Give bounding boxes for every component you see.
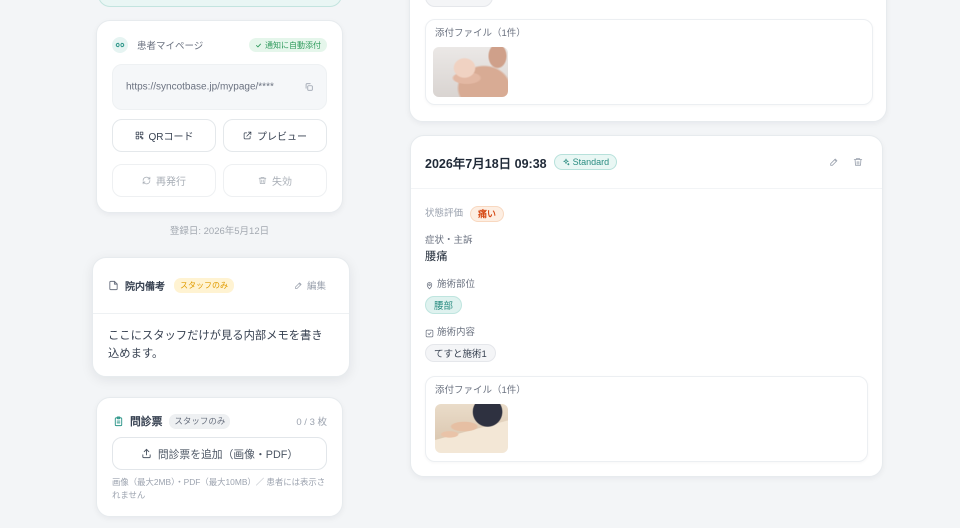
questionnaire-header: 問診票 スタッフのみ 0 / 3 枚 xyxy=(113,412,327,430)
attachments-box: 添付ファイル（1件） xyxy=(425,376,868,462)
refresh-icon xyxy=(142,176,151,185)
condition-label: 状態評価 xyxy=(425,208,464,219)
upload-icon xyxy=(141,448,152,459)
record-actions xyxy=(829,157,863,167)
edit-record-button[interactable] xyxy=(829,157,839,167)
staff-only-badge: スタッフのみ xyxy=(174,277,234,293)
internal-notes-card: 院内備考 スタッフのみ 編集 ここにスタッフだけが見る内部メモを書き込めます。 xyxy=(92,257,350,377)
record-divider xyxy=(411,188,882,189)
trash-icon xyxy=(258,176,267,185)
plan-badge: Standard xyxy=(553,154,618,170)
attachments-label: 添付ファイル（1件） xyxy=(435,385,526,396)
attachment-thumbnail[interactable] xyxy=(433,47,508,97)
pencil-icon xyxy=(829,157,839,167)
external-link-icon xyxy=(243,131,252,140)
mypage-url-box: https://syncotbase.jp/mypage/**** xyxy=(112,64,327,110)
patient-mypage-card: 患者マイページ 通知に自動添付 https://syncotbase.jp/my… xyxy=(96,20,343,213)
add-questionnaire-button[interactable]: 問診票を追加（画像・PDF） xyxy=(112,437,327,470)
staff-only-badge: スタッフのみ xyxy=(169,413,231,429)
mypage-actions-row: QRコード プレビュー xyxy=(112,119,327,152)
plan-badge-label: Standard xyxy=(572,157,610,167)
questionnaire-help-text: 画像（最大2MB）・PDF（最大10MB）／ 患者には表示されません xyxy=(112,477,326,500)
attachments-label: 添付ファイル（1件） xyxy=(435,28,526,39)
treatment-content-chip: てすと施術1 xyxy=(425,344,496,362)
copy-url-button[interactable] xyxy=(303,81,315,93)
treatment-area-badge: 腰部 xyxy=(425,296,463,314)
notes-divider xyxy=(93,313,349,314)
attachments-box: 添付ファイル（1件） xyxy=(425,19,873,105)
qr-code-button[interactable]: QRコード xyxy=(112,119,216,152)
delete-record-button[interactable] xyxy=(853,157,863,167)
mypage-title: 患者マイページ xyxy=(137,41,204,52)
mypage-secondary-row: 再発行 失効 xyxy=(112,164,327,197)
revoke-button[interactable]: 失効 xyxy=(223,164,327,197)
condition-row: 状態評価 痛い xyxy=(425,206,505,222)
treatment-content-label-row: 施術内容 xyxy=(425,327,475,339)
reissue-button[interactable]: 再発行 xyxy=(112,164,216,197)
treatment-content-label: 施術内容 xyxy=(437,327,476,338)
qr-code-icon xyxy=(135,131,144,140)
add-questionnaire-label: 問診票を追加（画像・PDF） xyxy=(157,448,299,461)
auto-attach-badge-label: 通知に自動添付 xyxy=(265,40,321,50)
copy-icon xyxy=(304,82,314,92)
notes-title: 院内備考 xyxy=(125,281,165,293)
attachment-thumbnail[interactable] xyxy=(435,404,508,453)
complaint-value: 腰痛 xyxy=(425,251,448,263)
questionnaire-title: 問診票 xyxy=(130,416,163,428)
link-icon xyxy=(112,37,128,53)
notes-body: ここにスタッフだけが見る内部メモを書き込めます。 xyxy=(108,330,323,360)
previous-card-bottom xyxy=(98,0,342,7)
questionnaire-count: 0 / 3 枚 xyxy=(296,417,327,428)
treatment-area-label-row: 施術部位 xyxy=(425,279,475,291)
record-header: 2026年7月18日 09:38 Standard xyxy=(425,153,863,171)
complaint-label-row: 症状・主訴 xyxy=(425,235,473,247)
sparkle-icon xyxy=(562,158,570,166)
treatment-chip-partial xyxy=(425,0,493,7)
questionnaire-card: 問診票 スタッフのみ 0 / 3 枚 問診票を追加（画像・PDF） 画像（最大2… xyxy=(96,397,343,517)
document-icon xyxy=(108,280,119,291)
treatment-record-card: 2026年7月18日 09:38 Standard 状態評価 痛い 症状・主訴 … xyxy=(410,135,883,477)
edit-notes-label: 編集 xyxy=(306,281,326,292)
mypage-header: 患者マイページ 通知に自動添付 xyxy=(112,36,327,54)
edit-notes-button[interactable]: 編集 xyxy=(294,278,326,292)
treatment-area-label: 施術部位 xyxy=(437,279,476,290)
preview-button[interactable]: プレビュー xyxy=(223,119,327,152)
notes-header: 院内備考 スタッフのみ 編集 xyxy=(108,276,326,294)
registered-date: 登録日: 2026年5月12日 xyxy=(169,226,270,237)
revoke-button-label: 失効 xyxy=(272,177,292,188)
mypage-url: https://syncotbase.jp/mypage/**** xyxy=(126,81,274,93)
record-datetime: 2026年7月18日 09:38 xyxy=(425,156,547,171)
qr-code-button-label: QRコード xyxy=(148,132,194,143)
previous-record-card: 添付ファイル（1件） xyxy=(409,0,887,122)
check-square-icon xyxy=(425,329,434,338)
complaint-label: 症状・主訴 xyxy=(425,235,473,246)
auto-attach-badge: 通知に自動添付 xyxy=(249,38,327,52)
check-icon xyxy=(255,42,262,49)
map-pin-icon xyxy=(425,281,434,290)
clipboard-icon xyxy=(113,415,124,427)
preview-button-label: プレビュー xyxy=(257,132,307,143)
pencil-icon xyxy=(294,281,303,290)
condition-badge: 痛い xyxy=(470,206,505,222)
reissue-button-label: 再発行 xyxy=(156,177,186,188)
trash-icon xyxy=(853,157,863,167)
